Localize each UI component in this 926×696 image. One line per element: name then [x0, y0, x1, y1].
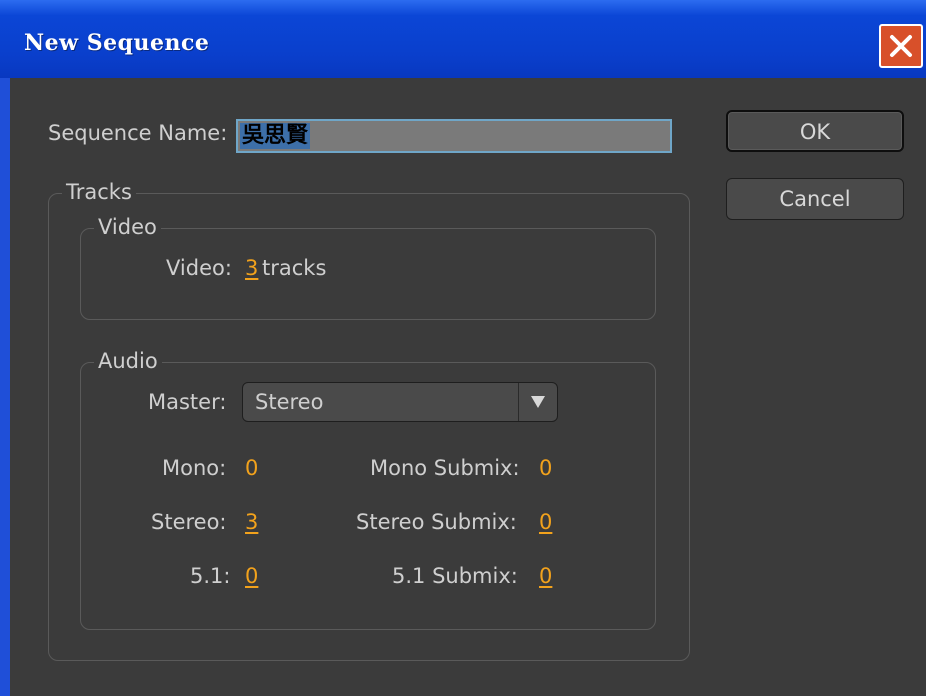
video-tracks-value[interactable]: 3	[245, 256, 258, 280]
surround-value[interactable]: 0	[245, 564, 258, 588]
mono-submix-label: Mono Submix:	[370, 456, 520, 480]
sequence-name-value: 吳思賢	[240, 123, 311, 149]
surround-label: 5.1:	[190, 564, 231, 588]
sequence-name-label: Sequence Name:	[48, 121, 228, 145]
master-select-value: Stereo	[255, 390, 324, 414]
dialog-title: New Sequence	[24, 30, 210, 56]
mono-submix-value[interactable]: 0	[539, 456, 552, 480]
video-tracks-label: Video:	[166, 256, 232, 280]
stereo-value[interactable]: 3	[245, 510, 258, 534]
cancel-button[interactable]: Cancel	[726, 178, 904, 220]
stereo-submix-value[interactable]: 0	[539, 510, 552, 534]
title-bar[interactable]: New Sequence	[0, 0, 926, 78]
video-legend: Video	[94, 215, 161, 239]
master-select[interactable]: Stereo	[242, 382, 558, 422]
master-select-toggle[interactable]	[518, 383, 557, 421]
close-button[interactable]	[879, 24, 923, 68]
surround-submix-label: 5.1 Submix:	[392, 564, 518, 588]
video-tracks-unit: tracks	[262, 256, 327, 280]
ok-button[interactable]: OK	[726, 110, 904, 152]
mono-label: Mono:	[162, 456, 227, 480]
sequence-name-input[interactable]: 吳思賢	[236, 119, 672, 153]
mono-value[interactable]: 0	[245, 456, 258, 480]
audio-legend: Audio	[94, 349, 162, 373]
tracks-legend: Tracks	[62, 180, 136, 204]
triangle-down-icon	[531, 396, 545, 408]
close-x-icon	[890, 35, 912, 57]
stereo-label: Stereo:	[151, 510, 227, 534]
stereo-submix-label: Stereo Submix:	[356, 510, 517, 534]
surround-submix-value[interactable]: 0	[539, 564, 552, 588]
master-label: Master:	[148, 390, 227, 414]
